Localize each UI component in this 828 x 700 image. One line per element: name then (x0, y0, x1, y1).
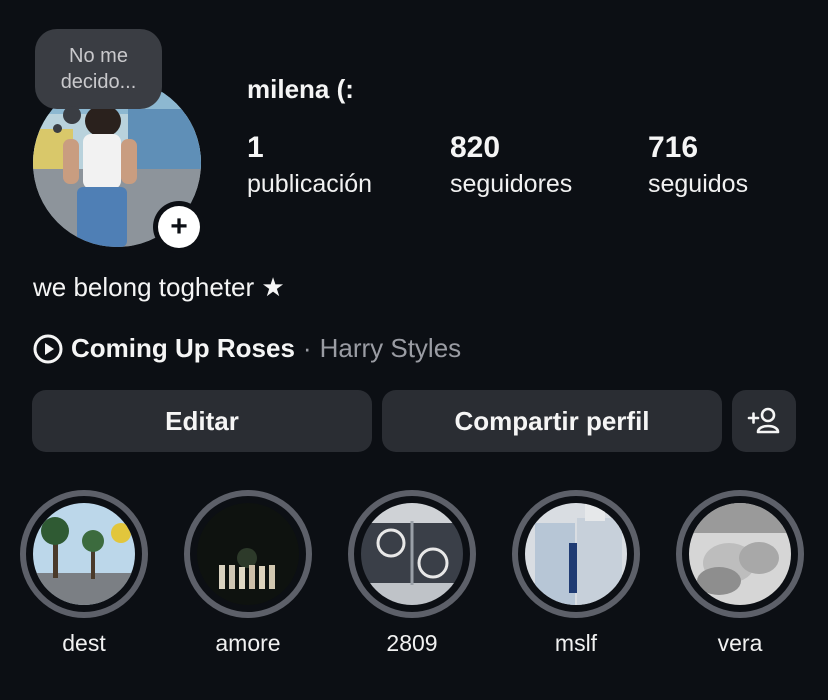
stat-posts-value: 1 (247, 131, 264, 164)
highlight-thumbnail (33, 503, 135, 605)
person-add-icon (747, 407, 780, 434)
highlight-ring (676, 490, 804, 618)
highlight-ring (184, 490, 312, 618)
highlight-ring (512, 490, 640, 618)
stat-followers-value: 820 (450, 131, 501, 164)
edit-profile-button[interactable]: Editar (32, 390, 372, 452)
stat-followers[interactable]: 820 seguidores (450, 130, 572, 200)
stat-posts[interactable]: 1 publicación (247, 130, 372, 200)
add-story-button[interactable]: + (153, 201, 205, 253)
highlight-ring (20, 490, 148, 618)
play-icon (33, 334, 63, 363)
bio-text: we belong togheter ★ (33, 272, 285, 302)
stat-following[interactable]: 716 seguidos (648, 130, 748, 200)
stat-following-value: 716 (648, 131, 699, 164)
profile-music[interactable]: Coming Up Roses · Harry Styles (33, 333, 461, 364)
music-separator: · (302, 333, 312, 363)
highlight-ring (348, 490, 476, 618)
highlight-label: mslf (554, 630, 598, 656)
highlight-label: dest (62, 630, 106, 656)
highlight-amore[interactable]: amore (184, 490, 312, 657)
highlight-mslf[interactable]: mslf (512, 490, 640, 657)
stat-followers-label: seguidores (450, 170, 573, 198)
highlight-label: amore (215, 630, 281, 656)
highlight-dest[interactable]: dest (20, 490, 148, 657)
plus-icon: + (158, 206, 200, 248)
note-text-line2: decido... (60, 71, 137, 93)
music-artist: Harry Styles (319, 333, 462, 363)
username: milena (: (247, 74, 354, 104)
highlight-thumbnail (689, 503, 791, 605)
highlight-2809[interactable]: 2809 (348, 490, 476, 657)
note-tail-dot-small (53, 124, 62, 133)
music-song-title: Coming Up Roses (71, 333, 295, 363)
highlight-vera[interactable]: vera (676, 490, 804, 657)
share-profile-button[interactable]: Compartir perfil (382, 390, 722, 452)
note-tail-dot (63, 106, 81, 124)
highlight-thumbnail (197, 503, 299, 605)
highlight-label: vera (717, 630, 763, 656)
highlight-thumbnail (361, 503, 463, 605)
highlight-label: 2809 (386, 630, 438, 656)
note-text-line1: No me (69, 45, 128, 67)
note-bubble[interactable]: No me decido... (35, 29, 162, 109)
add-user-button[interactable] (732, 390, 796, 452)
stat-following-label: seguidos (648, 170, 749, 198)
highlight-thumbnail (525, 503, 627, 605)
stat-posts-label: publicación (247, 170, 373, 198)
profile-page: + No me decido... milena (: 1 publicació… (0, 0, 828, 700)
